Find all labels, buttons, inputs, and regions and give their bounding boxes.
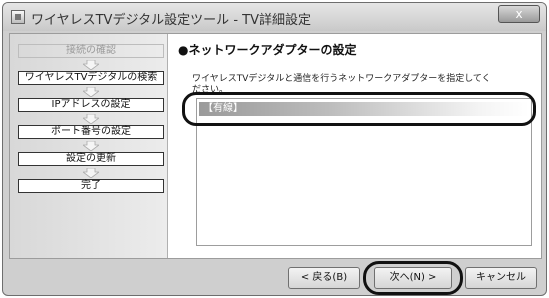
highlight-ring-next [363,261,463,295]
step-search: ワイヤレスTVデジタルの検索 [18,71,164,85]
step-sidebar: 接続の確認 ワイヤレスTVデジタルの検索 IPアドレスの設定 ポート番号の設定 … [10,34,168,258]
close-button[interactable]: x [498,5,540,23]
settings-window: ワイヤレスTVデジタル設定ツール - TV詳細設定 x 接続の確認 ワイヤレスT… [2,2,547,296]
wizard-body: 接続の確認 ワイヤレスTVデジタルの検索 IPアドレスの設定 ポート番号の設定 … [9,33,542,259]
app-icon [11,10,25,24]
step-update-settings: 設定の更新 [18,152,164,166]
down-arrow-icon [83,168,99,178]
down-arrow-icon [83,60,99,70]
close-icon: x [515,7,523,21]
step-complete: 完了 [18,179,164,193]
highlight-ring-adapter [182,92,536,126]
down-arrow-icon [83,87,99,97]
step-ip-address: IPアドレスの設定 [18,98,164,112]
button-bar: < 戻る(B) 次へ(N) > キャンセル [9,261,542,295]
back-button[interactable]: < 戻る(B) [288,267,360,289]
cancel-button[interactable]: キャンセル [465,267,537,289]
window-title: ワイヤレスTVデジタル設定ツール - TV詳細設定 [31,13,311,28]
title-bar: ワイヤレスTVデジタル設定ツール - TV詳細設定 x [3,3,546,31]
page-title: ●ネットワークアダプターの設定 [178,43,357,57]
step-port-number: ポート番号の設定 [18,125,164,139]
down-arrow-icon [83,141,99,151]
step-connection-check: 接続の確認 [18,44,164,58]
down-arrow-icon [83,114,99,124]
